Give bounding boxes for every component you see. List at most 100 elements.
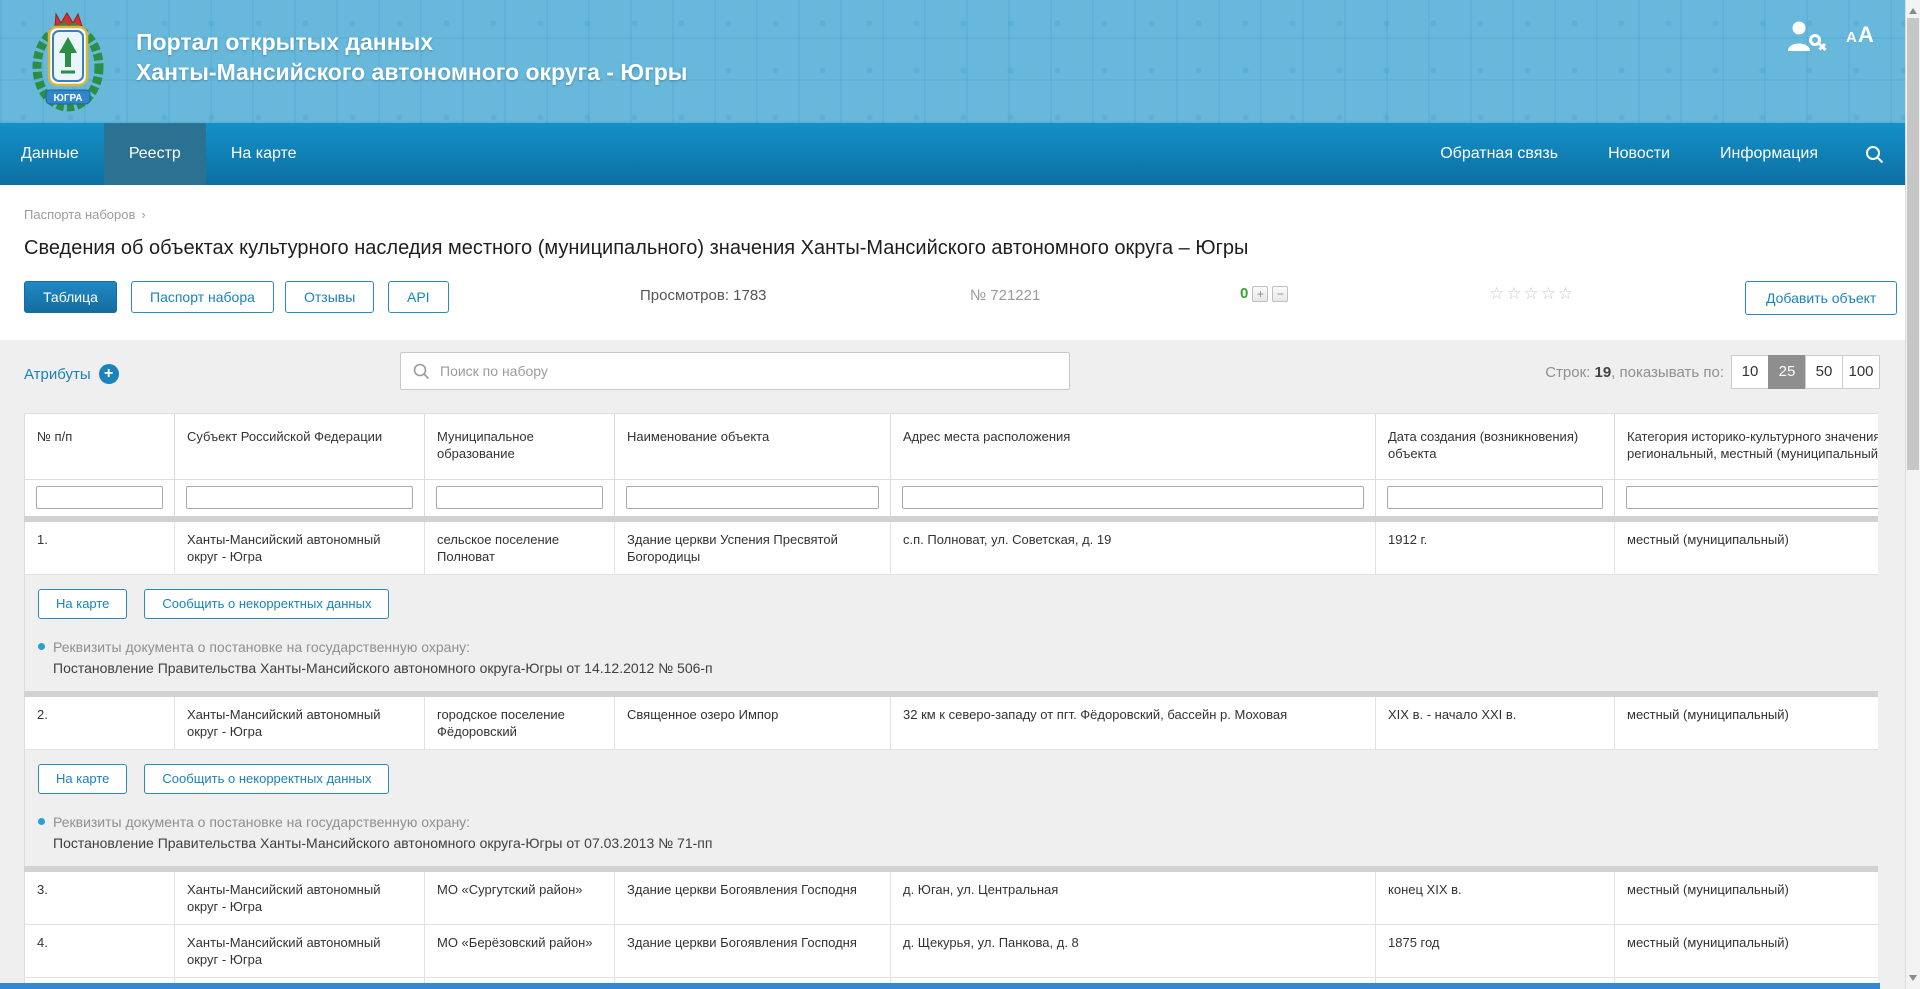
nav-spacer <box>322 123 1416 185</box>
row-1-cell-5: с.п. Полноват, ул. Советская, д. 19 <box>891 522 1376 574</box>
table-header-row: № п/пСубъект Российской ФедерацииМуницип… <box>24 413 1878 480</box>
font-size-toggle[interactable]: АА <box>1846 22 1875 48</box>
row-4-cell-1: 4. <box>24 925 175 977</box>
row-4-cell-2: Ханты-Мансийский автономный округ - Югра <box>175 925 425 977</box>
row-2-cell-1: 2. <box>24 697 175 749</box>
vertical-scrollbar-thumb[interactable] <box>1907 18 1919 470</box>
rating-stars[interactable]: ☆☆☆☆☆ <box>1489 284 1575 304</box>
search-input[interactable] <box>438 362 1069 380</box>
row-3-cell-3: МО «Сургутский район» <box>425 872 615 924</box>
filter-input-7[interactable] <box>1626 486 1878 509</box>
report-incorrect-data-button[interactable]: Сообщить о некорректных данных <box>144 589 389 619</box>
table-row-3[interactable]: 3.Ханты-Мансийский автономный округ - Юг… <box>24 872 1878 925</box>
votes-widget: 0 + − <box>1240 285 1288 302</box>
row-3-cell-7: местный (муниципальный) <box>1615 872 1878 924</box>
scroll-down-arrow-icon[interactable] <box>1909 975 1917 985</box>
page-size-50[interactable]: 50 <box>1805 355 1843 389</box>
nav-item-registry[interactable]: Реестр <box>104 123 206 185</box>
attributes-toggle[interactable]: Атрибуты + <box>24 364 119 384</box>
scroll-up-arrow-icon[interactable] <box>1909 4 1917 14</box>
filter-cell-2 <box>175 480 425 516</box>
tab-passport[interactable]: Паспорт набора <box>131 281 274 313</box>
nav-item-data[interactable]: Данные <box>0 123 104 185</box>
font-size-big-letter: А <box>1858 22 1875 47</box>
portal-title: Портал открытых данных Ханты-Мансийского… <box>136 27 687 87</box>
column-header-3: Муниципальное образование <box>425 414 615 479</box>
column-header-5: Адрес места расположения <box>891 414 1376 479</box>
nav-item-information[interactable]: Информация <box>1695 123 1843 185</box>
vertical-scrollbar[interactable] <box>1905 0 1920 989</box>
row-3-cell-6: конец XIX в. <box>1376 872 1615 924</box>
dataset-number: № 721221 <box>970 287 1040 304</box>
map-button[interactable]: На карте <box>38 589 127 619</box>
dataset-header-section: Паспорта наборов› Сведения об объектах к… <box>0 185 1906 340</box>
table-toolbar: Атрибуты + Строк: 19, показывать по: 10 … <box>0 340 1906 413</box>
views-counter: Просмотров: 1783 <box>640 287 767 304</box>
row-2-cell-2: Ханты-Мансийский автономный округ - Югра <box>175 697 425 749</box>
filter-input-3[interactable] <box>436 486 603 509</box>
masthead: ЮГРА Портал открытых данных Ханты-Мансий… <box>0 0 1906 123</box>
vote-up-button[interactable]: + <box>1252 286 1268 302</box>
breadcrumb-label[interactable]: Паспорта наборов <box>24 207 135 222</box>
rows-count: 19 <box>1594 364 1611 381</box>
filter-cell-5 <box>891 480 1376 516</box>
data-table-container: № п/пСубъект Российской ФедерацииМуницип… <box>24 413 1878 989</box>
logo-ribbon-text: ЮГРА <box>54 93 83 104</box>
row-1-cell-7: местный (муниципальный) <box>1615 522 1878 574</box>
row-4-cell-4: Здание церкви Богоявления Господня <box>615 925 891 977</box>
row-2-cell-5: 32 км к северо-западу от пгт. Фёдоровски… <box>891 697 1376 749</box>
attributes-label: Атрибуты <box>24 366 91 383</box>
document-label: Реквизиты документа о постановке на госу… <box>53 637 1878 658</box>
filter-input-1[interactable] <box>36 486 163 509</box>
document-value: Постановление Правительства Ханты-Мансий… <box>53 658 1878 679</box>
login-icon[interactable] <box>1786 20 1828 54</box>
table-row-2[interactable]: 2.Ханты-Мансийский автономный округ - Юг… <box>24 697 1878 750</box>
table-row-4[interactable]: 4.Ханты-Мансийский автономный округ - Юг… <box>24 925 1878 978</box>
nav-search-button[interactable] <box>1843 123 1906 185</box>
page-size-10[interactable]: 10 <box>1731 355 1769 389</box>
nav-item-on-map[interactable]: На карте <box>206 123 322 185</box>
tab-api[interactable]: API <box>388 281 449 313</box>
column-header-1: № п/п <box>24 414 175 479</box>
row-1-cell-2: Ханты-Мансийский автономный округ - Югра <box>175 522 425 574</box>
search-icon <box>1865 145 1884 164</box>
nav-item-feedback[interactable]: Обратная связь <box>1415 123 1583 185</box>
data-table: № п/пСубъект Российской ФедерацииМуницип… <box>24 413 1878 989</box>
tab-table[interactable]: Таблица <box>24 281 117 313</box>
row-1-cell-6: 1912 г. <box>1376 522 1615 574</box>
bullet-dot-icon <box>38 818 45 825</box>
protection-document: Реквизиты документа о постановке на госу… <box>38 812 1878 854</box>
vote-down-button[interactable]: − <box>1272 286 1288 302</box>
table-row-1[interactable]: 1.Ханты-Мансийский автономный округ - Юг… <box>24 522 1878 575</box>
document-label: Реквизиты документа о постановке на госу… <box>53 812 1878 833</box>
row-2-cell-6: XIX в. - начало XXI в. <box>1376 697 1615 749</box>
row-action-buttons: На карте Сообщить о некорректных данных <box>38 589 1878 619</box>
document-value: Постановление Правительства Ханты-Мансий… <box>53 833 1878 854</box>
coat-of-arms-logo[interactable]: ЮГРА <box>28 10 108 112</box>
horizontal-scrollbar[interactable] <box>0 983 1880 989</box>
map-button[interactable]: На карте <box>38 764 127 794</box>
row-2-cell-3: городское поселение Фёдоровский <box>425 697 615 749</box>
filter-input-6[interactable] <box>1387 486 1603 509</box>
rows-info: Строк: 19, показывать по: <box>1484 364 1724 381</box>
row-3-cell-4: Здание церкви Богоявления Господня <box>615 872 891 924</box>
page-size-100[interactable]: 100 <box>1842 355 1880 389</box>
row-4-cell-5: д. Щекурья, ул. Панкова, д. 8 <box>891 925 1376 977</box>
row-1-cell-4: Здание церкви Успения Пресвятой Богороди… <box>615 522 891 574</box>
add-object-button[interactable]: Добавить объект <box>1745 281 1897 315</box>
portal-title-line2: Ханты-Мансийского автономного округа - Ю… <box>136 57 687 87</box>
report-incorrect-data-button[interactable]: Сообщить о некорректных данных <box>144 764 389 794</box>
tab-reviews[interactable]: Отзывы <box>285 281 374 313</box>
filter-cell-6 <box>1376 480 1615 516</box>
row-4-cell-3: МО «Берёзовский район» <box>425 925 615 977</box>
filter-cell-1 <box>24 480 175 516</box>
column-header-4: Наименование объекта <box>615 414 891 479</box>
page-size-25[interactable]: 25 <box>1768 355 1806 389</box>
filter-input-5[interactable] <box>902 486 1364 509</box>
row-action-buttons: На карте Сообщить о некорректных данных <box>38 764 1878 794</box>
filter-input-4[interactable] <box>626 486 879 509</box>
nav-item-news[interactable]: Новости <box>1583 123 1695 185</box>
filter-input-2[interactable] <box>186 486 413 509</box>
row-2-cell-4: Священное озеро Импор <box>615 697 891 749</box>
breadcrumb[interactable]: Паспорта наборов› <box>24 207 146 222</box>
